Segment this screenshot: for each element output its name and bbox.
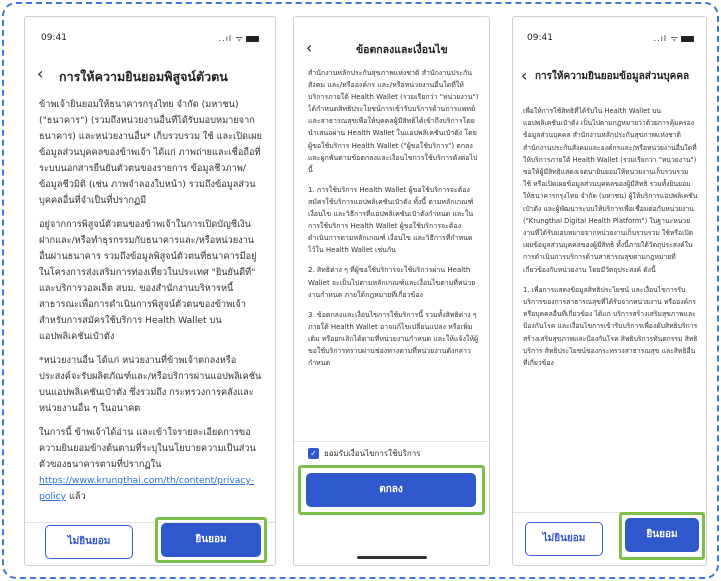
paragraph: สำนักงานหลักประกันสุขภาพแห่งชาติ สำนักงา… (308, 69, 479, 174)
status-bar: 09:41 ..ıl ᯤ (41, 33, 259, 45)
nav-bar: ‹ การให้ความยินยอมพิสูจน์ตัวตน (37, 65, 267, 85)
paragraph: 2. สิทธิต่าง ๆ ที่ผู้ขอใช้บริการจะใช้บริ… (308, 266, 476, 299)
terms-screen: ‹ ข้อตกลงและเงื่อนไข สำนักงานหลักประกันส… (293, 16, 490, 566)
consent-text: ข้าพเจ้ายินยอมให้ธนาคารกรุงไทย จำกัด (มห… (39, 97, 265, 517)
signal-text: ..ıl ᯤ (218, 34, 244, 43)
status-bar: 09:41 ..ıl ᯤ (527, 33, 694, 45)
back-arrow-icon[interactable]: ‹ (306, 39, 312, 57)
divider (294, 441, 489, 442)
terms-text: สำนักงานหลักประกันสุขภาพแห่งชาติ สำนักงา… (308, 67, 479, 427)
decline-button[interactable]: ไม่ยินยอม (45, 525, 133, 559)
status-time: 09:41 (527, 33, 553, 43)
paragraph: ในการนี้ ข้าพเจ้าได้อ่าน และเข้าใจรายละเ… (39, 425, 265, 505)
signal-icon: ..ıl ᯤ (654, 33, 694, 44)
battery-icon (681, 35, 694, 42)
checkbox-label: ยอมรับเงื่อนไขการใช้บริการ (324, 449, 421, 458)
paragraph: *หน่วยงานอื่น ได้แก่ หน่วยงานที่ข้าพเจ้า… (39, 355, 262, 414)
back-arrow-icon[interactable]: ‹ (37, 65, 43, 83)
paragraph: ข้าพเจ้ายินยอมให้ธนาคารกรุงไทย จำกัด (มห… (39, 99, 262, 206)
page-title: ข้อตกลงและเงื่อนไข (356, 44, 448, 56)
checkbox-checked-icon: ✓ (308, 448, 319, 459)
back-arrow-icon[interactable]: ‹ (521, 67, 527, 85)
nav-bar: ‹ การให้ความยินยอมข้อมูลส่วนบุคคล (521, 67, 698, 87)
accept-terms-checkbox[interactable]: ✓ ยอมรับเงื่อนไขการใช้บริการ (308, 447, 421, 460)
signal-text: ..ıl ᯤ (653, 34, 679, 43)
accept-button[interactable]: ยินยอม (625, 518, 699, 552)
signal-icon: ..ıl ᯤ (219, 33, 259, 44)
paragraph: 1. การใช้บริการ Health Wallet ผู้ขอใช้บร… (308, 185, 474, 255)
accept-button[interactable]: ยินยอม (161, 523, 261, 557)
personal-data-consent-screen: 09:41 ..ıl ᯤ ‹ การให้ความยินยอมข้อมูลส่ว… (512, 16, 707, 566)
consent-text: เพื่อให้การใช้สิทธิที่ได้รับใน Health Wa… (523, 105, 698, 505)
status-time: 09:41 (41, 33, 67, 43)
paragraph: อยู่จากการพิสูจน์ตัวตนของข้าพเจ้าในการเป… (39, 219, 257, 342)
page-title: การให้ความยินยอมข้อมูลส่วนบุคคล (535, 71, 690, 82)
paragraph: เพื่อให้การใช้สิทธิที่ได้รับใน Health Wa… (523, 107, 698, 274)
link-suffix: แล้ว (66, 491, 86, 502)
identity-consent-screen: 09:41 ..ıl ᯤ ‹ การให้ความยินยอมพิสูจน์ตั… (24, 16, 276, 566)
paragraph: 1. เพื่อการแสดงข้อมูลสิทธิประโยชน์ และเง… (523, 285, 698, 368)
paragraph-text: ในการนี้ ข้าพเจ้าได้อ่าน และเข้าใจรายละเ… (39, 427, 256, 470)
paragraph: 3. ข้อตกลงและเงื่อนไขการใช้บริการนี้ รวม… (308, 310, 479, 368)
page-title: การให้ความยินยอมพิสูจน์ตัวตน (59, 69, 228, 84)
decline-button[interactable]: ไม่ยินยอม (525, 522, 603, 556)
battery-icon (246, 35, 259, 42)
ok-button[interactable]: ตกลง (306, 473, 476, 507)
nav-bar: ‹ ข้อตกลงและเงื่อนไข (306, 39, 481, 59)
home-indicator (356, 556, 427, 559)
